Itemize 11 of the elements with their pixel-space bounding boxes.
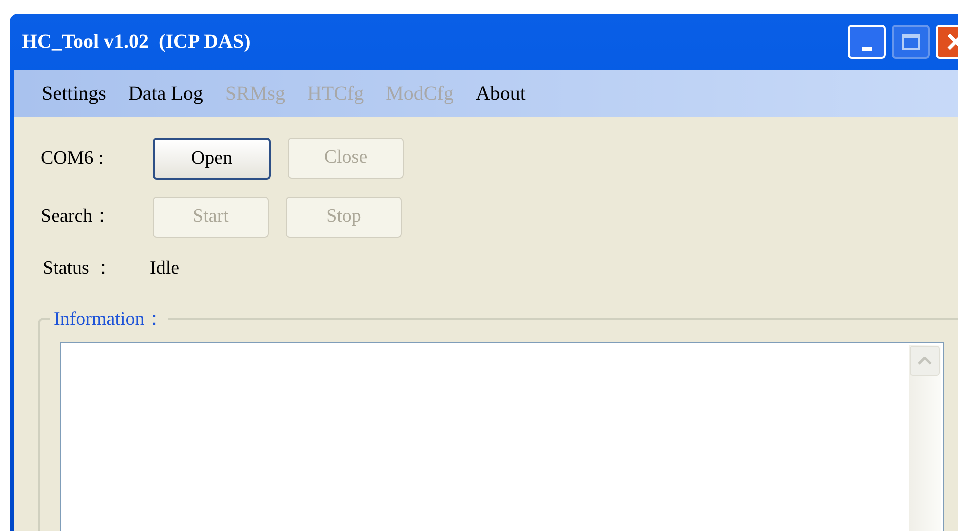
maximize-button[interactable] <box>892 25 930 59</box>
row-label: Status ： <box>42 256 114 281</box>
button[interactable]: Open <box>153 138 271 180</box>
menu-item[interactable]: Settings <box>34 78 114 108</box>
window-title: HC_Tool v1.02 (ICP DAS) <box>22 30 251 55</box>
status-value: Idle <box>150 256 180 281</box>
menu-item[interactable]: About <box>468 78 534 108</box>
row-label: Search： <box>41 204 113 229</box>
minimize-button[interactable] <box>848 25 886 59</box>
menu-item[interactable]: Data Log <box>120 78 212 108</box>
row-label: COM6 : <box>41 146 105 171</box>
